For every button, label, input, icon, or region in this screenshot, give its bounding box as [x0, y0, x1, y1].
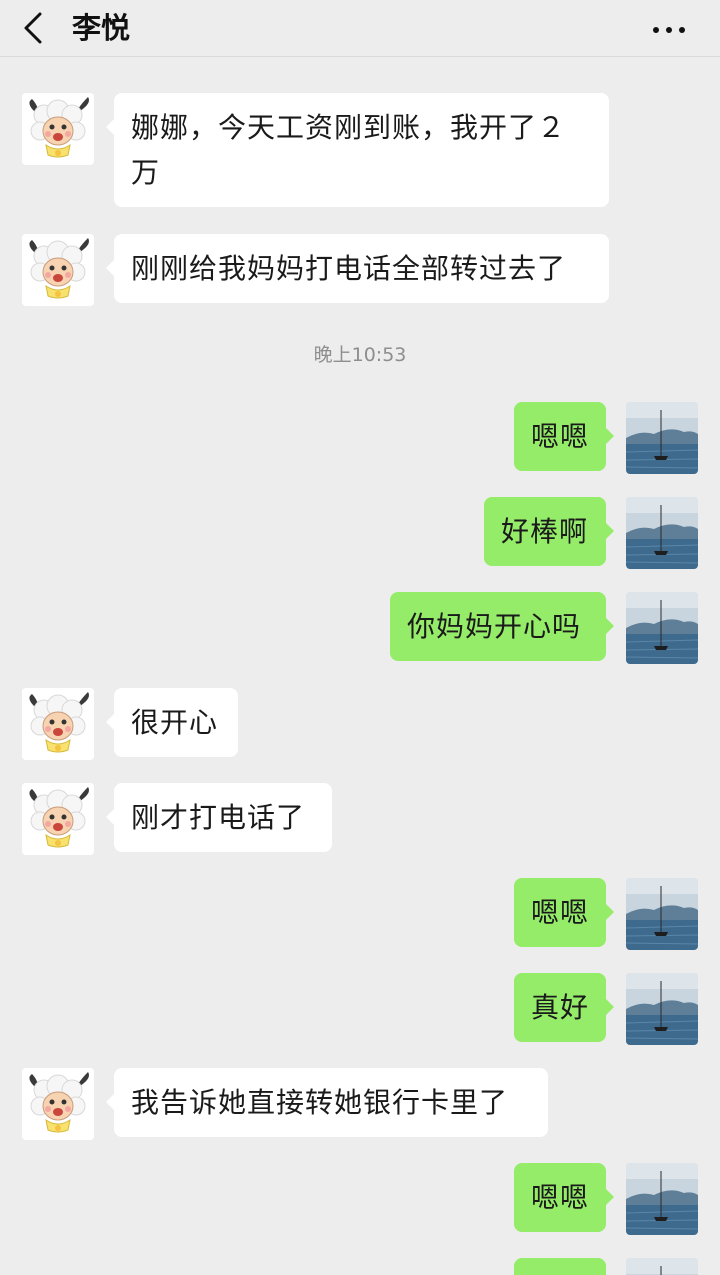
my-avatar[interactable]: [626, 1163, 698, 1235]
message-bubble[interactable]: 嗯嗯: [514, 402, 614, 471]
back-button[interactable]: [14, 8, 54, 48]
contact-avatar[interactable]: [22, 234, 94, 306]
message-bubble[interactable]: 真好: [514, 973, 614, 1042]
message-bubble[interactable]: 嗯嗯: [514, 1163, 614, 1232]
message-row-outgoing-partial: [0, 1258, 720, 1275]
my-avatar[interactable]: [626, 402, 698, 474]
sheep-avatar-icon: [22, 1068, 94, 1140]
message-bubble[interactable]: 我告诉她直接转她银行卡里了: [106, 1068, 548, 1137]
timestamp: 晚上10:53: [313, 344, 407, 366]
lake-avatar-icon: [626, 1258, 698, 1275]
lake-avatar-icon: [626, 973, 698, 1045]
my-avatar[interactable]: [626, 878, 698, 950]
message-bubble[interactable]: 刚刚给我妈妈打电话全部转过去了: [106, 234, 609, 303]
sheep-avatar-icon: [22, 688, 94, 760]
sheep-avatar-icon: [22, 93, 94, 165]
my-avatar[interactable]: [626, 1258, 698, 1275]
my-avatar[interactable]: [626, 592, 698, 664]
lake-avatar-icon: [626, 402, 698, 474]
more-dots-icon: [653, 27, 685, 33]
chevron-left-icon: [24, 12, 42, 44]
contact-avatar[interactable]: [22, 93, 94, 165]
more-button[interactable]: [640, 8, 700, 48]
contact-avatar[interactable]: [22, 688, 94, 760]
message-bubble[interactable]: 刚才打电话了: [106, 783, 332, 852]
message-bubble[interactable]: 很开心: [106, 688, 238, 757]
chat-header: 李悦: [0, 0, 720, 57]
lake-avatar-icon: [626, 592, 698, 664]
sheep-avatar-icon: [22, 234, 94, 306]
sheep-avatar-icon: [22, 783, 94, 855]
lake-avatar-icon: [626, 497, 698, 569]
chat-title: 李悦: [72, 11, 131, 45]
contact-avatar[interactable]: [22, 783, 94, 855]
message-bubble-partial[interactable]: [514, 1258, 606, 1275]
lake-avatar-icon: [626, 1163, 698, 1235]
my-avatar[interactable]: [626, 497, 698, 569]
my-avatar[interactable]: [626, 973, 698, 1045]
contact-avatar[interactable]: [22, 1068, 94, 1140]
message-bubble[interactable]: 娜娜，今天工资刚到账，我开了２万: [106, 93, 609, 207]
message-bubble[interactable]: 嗯嗯: [514, 878, 614, 947]
lake-avatar-icon: [626, 878, 698, 950]
message-bubble[interactable]: 好棒啊: [484, 497, 614, 566]
message-bubble[interactable]: 你妈妈开心吗: [390, 592, 614, 661]
